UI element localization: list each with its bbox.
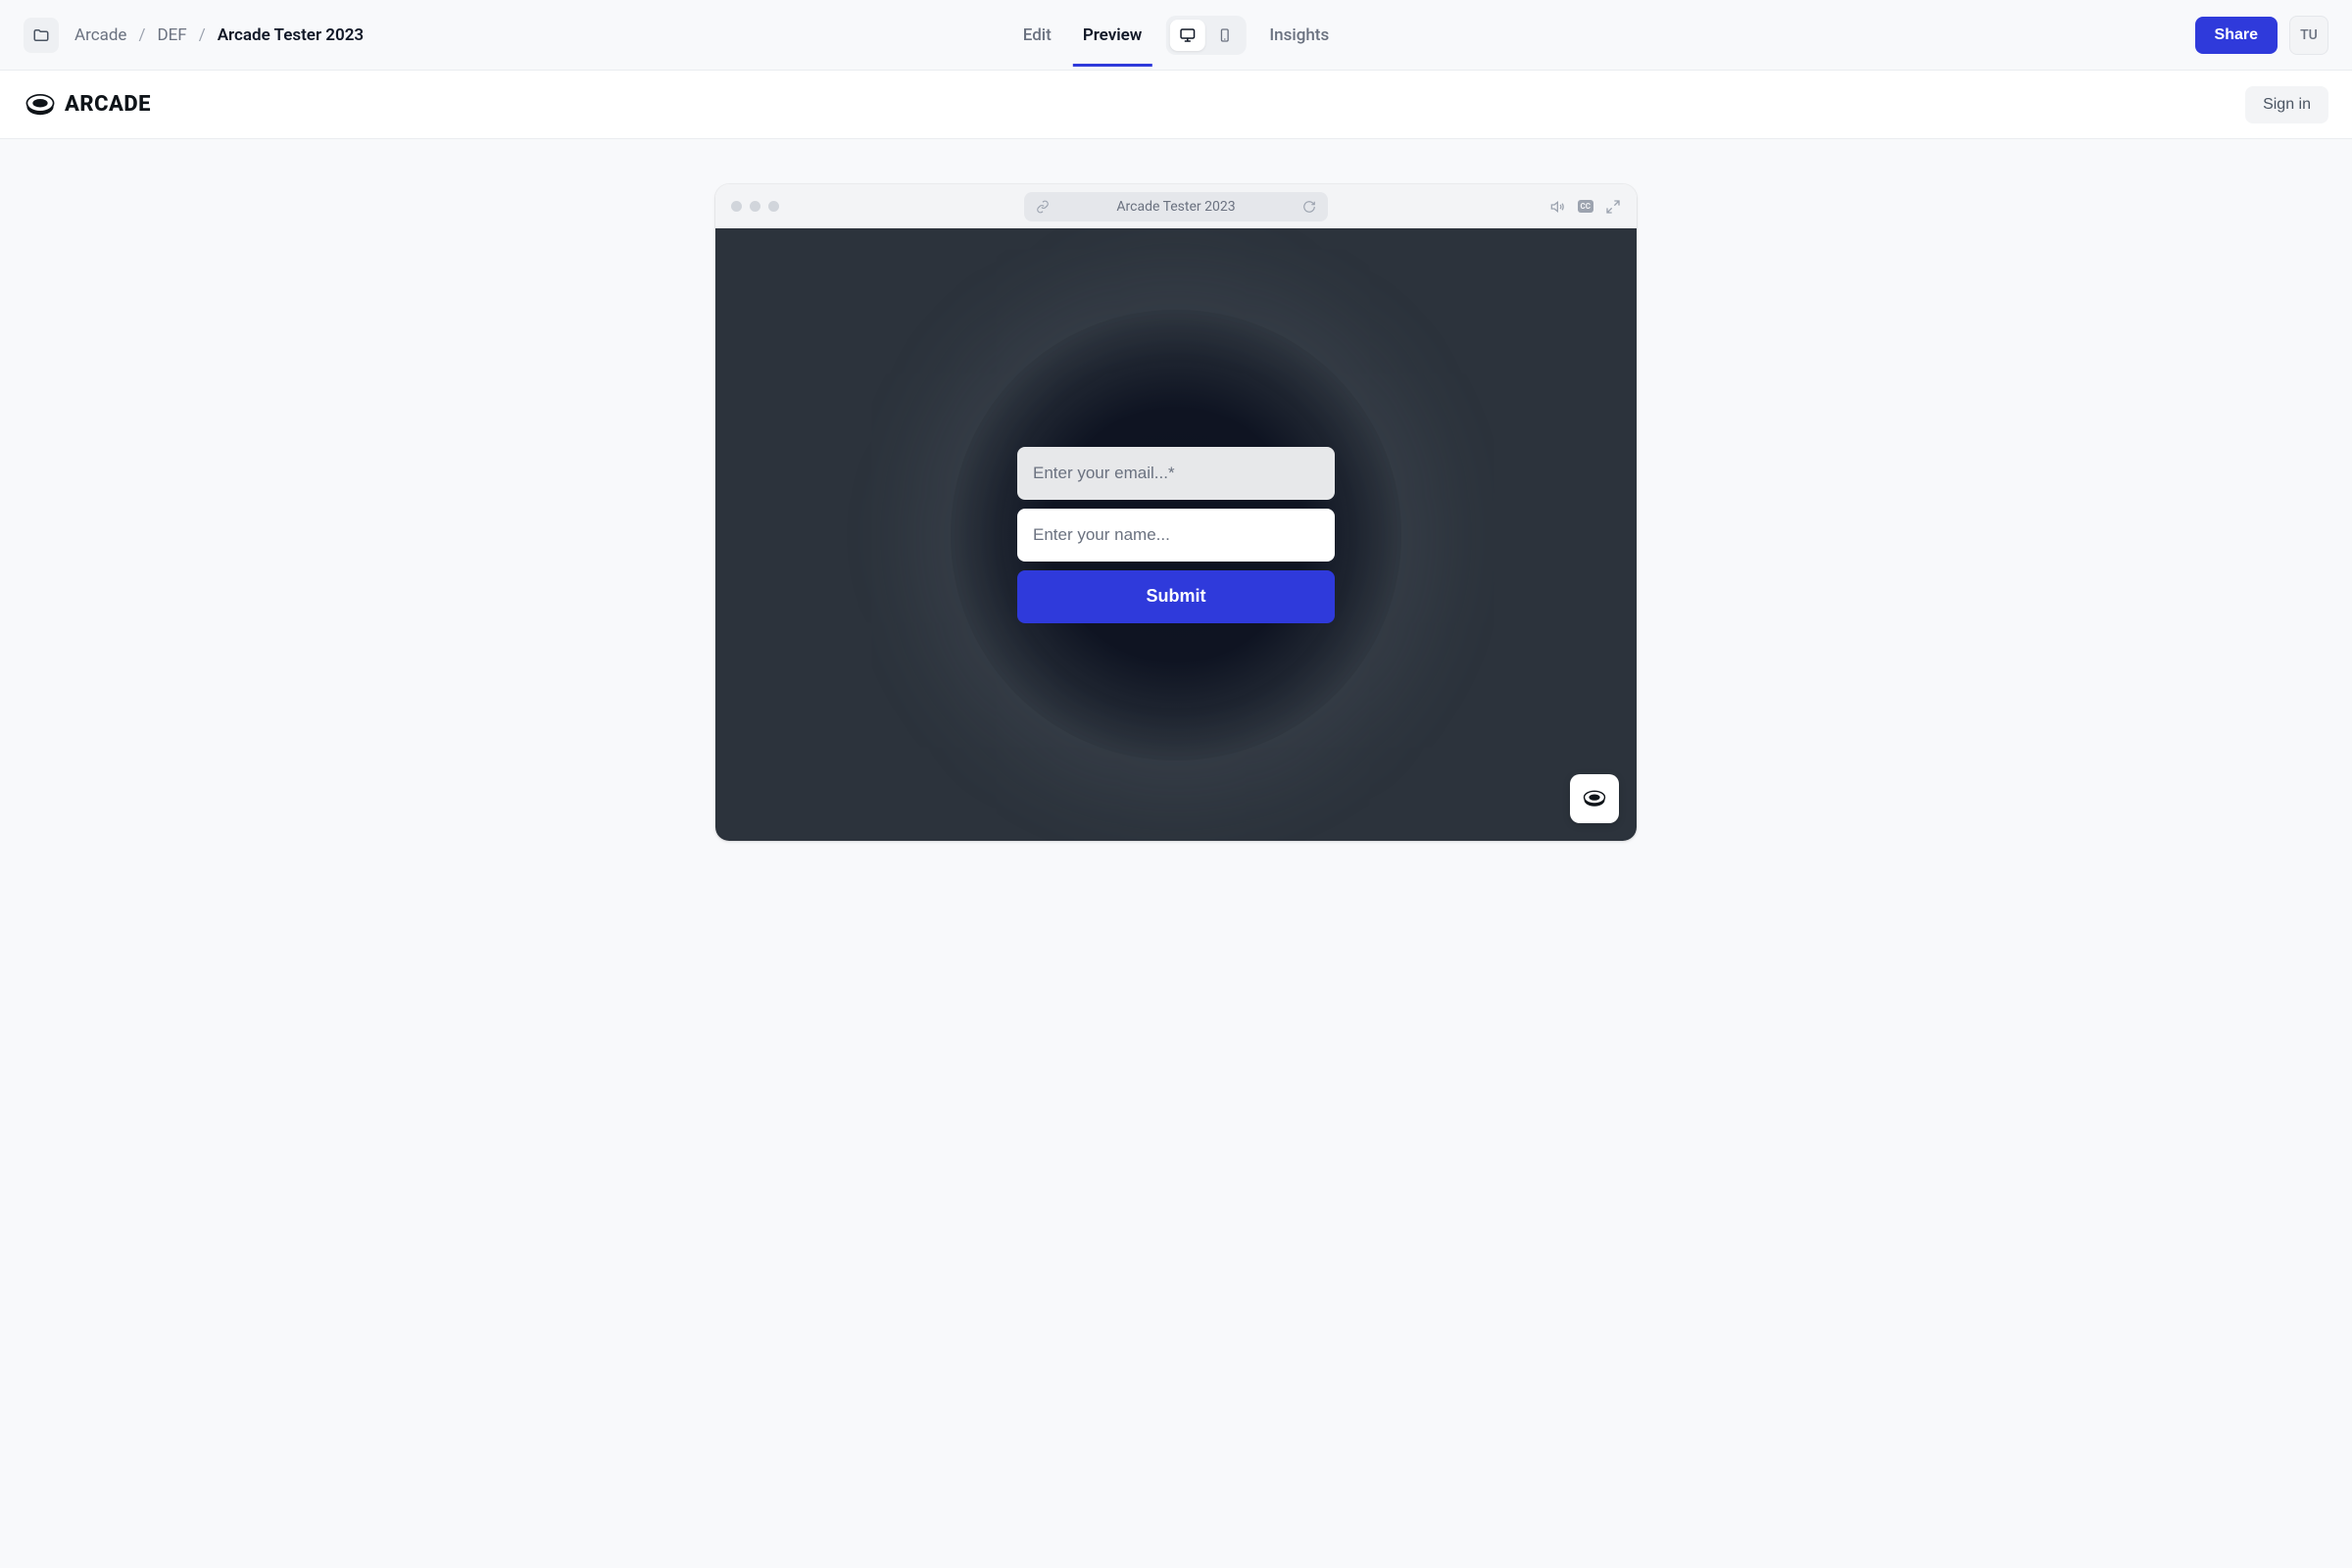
expand-icon[interactable] xyxy=(1605,199,1621,215)
breadcrumb-sep: / xyxy=(199,25,206,45)
link-icon xyxy=(1036,200,1050,214)
breadcrumb-root[interactable]: Arcade xyxy=(74,25,126,45)
url-bar[interactable]: Arcade Tester 2023 xyxy=(1024,192,1328,221)
folder-button[interactable] xyxy=(24,18,59,53)
browser-bar: Arcade Tester 2023 CC xyxy=(715,184,1637,228)
form-stack: Submit xyxy=(1017,447,1335,623)
signin-button[interactable]: Sign in xyxy=(2245,86,2328,123)
brand-name: ARCADE xyxy=(65,92,151,117)
tab-preview[interactable]: Preview xyxy=(1079,4,1147,67)
traffic-dot-yellow xyxy=(750,201,760,212)
share-button[interactable]: Share xyxy=(2195,17,2278,54)
nav-tabs: Edit Preview xyxy=(1019,4,1147,67)
breadcrumb-sep: / xyxy=(138,25,145,45)
email-field[interactable] xyxy=(1017,447,1335,500)
device-mobile-button[interactable] xyxy=(1206,20,1242,51)
breadcrumb: Arcade / DEF / Arcade Tester 2023 xyxy=(74,25,364,45)
traffic-dot-green xyxy=(768,201,779,212)
cc-badge[interactable]: CC xyxy=(1578,200,1593,213)
brand-header: ARCADE Sign in xyxy=(0,71,2352,139)
desktop-icon xyxy=(1178,26,1196,44)
traffic-dot-red xyxy=(731,201,742,212)
avatar[interactable]: TU xyxy=(2289,16,2328,55)
header-right: Share TU xyxy=(2195,16,2328,55)
device-toggle xyxy=(1165,16,1246,55)
tab-insights[interactable]: Insights xyxy=(1265,4,1333,67)
refresh-icon[interactable] xyxy=(1302,200,1316,214)
arcade-logo-icon xyxy=(24,88,57,122)
preview-content: Submit xyxy=(715,228,1637,841)
breadcrumb-current[interactable]: Arcade Tester 2023 xyxy=(218,25,364,45)
brand-logo[interactable]: ARCADE xyxy=(24,88,151,122)
traffic-lights xyxy=(731,201,779,212)
url-text: Arcade Tester 2023 xyxy=(1059,199,1293,215)
preview-area: Arcade Tester 2023 CC Submit xyxy=(0,139,2352,880)
arcade-logo-icon xyxy=(1581,785,1608,812)
header-center: Edit Preview Insights xyxy=(1019,0,1333,71)
top-header: Arcade / DEF / Arcade Tester 2023 Edit P… xyxy=(0,0,2352,71)
mobile-icon xyxy=(1216,27,1232,43)
tab-edit[interactable]: Edit xyxy=(1019,4,1055,67)
submit-button[interactable]: Submit xyxy=(1017,570,1335,623)
name-field[interactable] xyxy=(1017,509,1335,562)
arcade-badge[interactable] xyxy=(1570,774,1619,823)
browser-right-icons: CC xyxy=(1550,199,1621,215)
breadcrumb-folder[interactable]: DEF xyxy=(157,25,186,45)
preview-frame: Arcade Tester 2023 CC Submit xyxy=(715,184,1637,841)
folder-icon xyxy=(32,26,50,44)
header-left: Arcade / DEF / Arcade Tester 2023 xyxy=(24,18,364,53)
device-desktop-button[interactable] xyxy=(1169,20,1204,51)
sound-icon[interactable] xyxy=(1550,199,1566,215)
